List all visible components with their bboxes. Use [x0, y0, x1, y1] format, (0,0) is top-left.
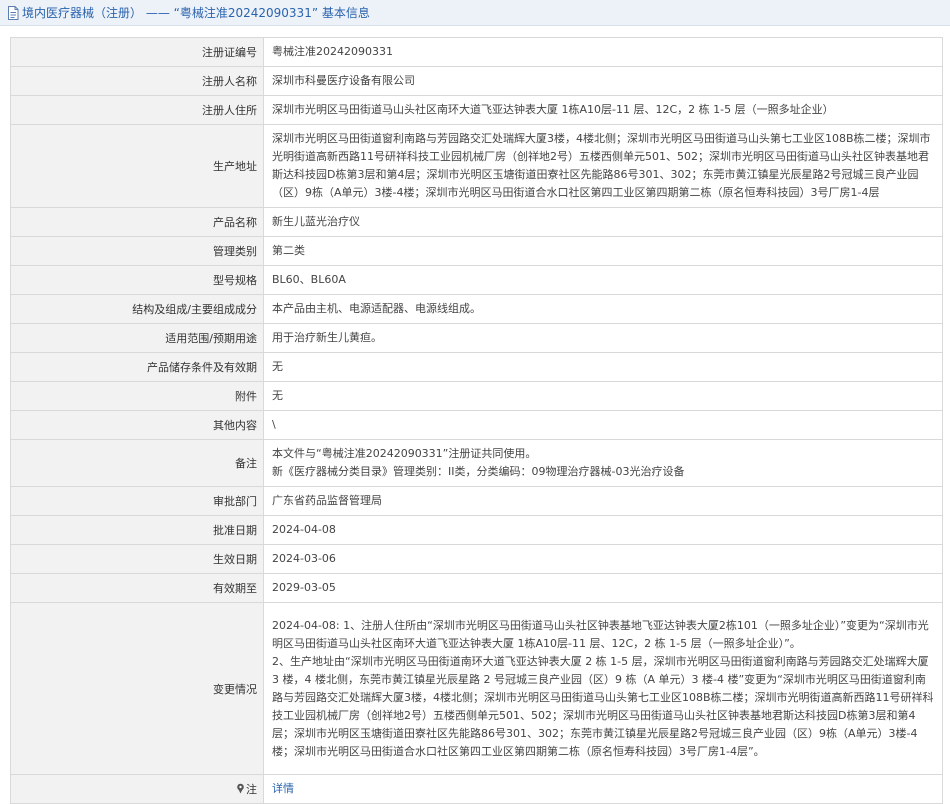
row-value: 第二类	[263, 236, 943, 266]
row-label: 备注	[10, 439, 264, 487]
row-label: 管理类别	[10, 236, 264, 266]
table-row: 注册证编号 粤械注准20242090331	[10, 37, 943, 67]
row-label: 附件	[10, 381, 264, 411]
row-label: 结构及组成/主要组成成分	[10, 294, 264, 324]
row-value: 2029-03-05	[263, 573, 943, 603]
info-table: 注册证编号 粤械注准20242090331 注册人名称 深圳市科曼医疗设备有限公…	[10, 37, 943, 804]
table-row: 有效期至 2029-03-05	[10, 573, 943, 603]
row-value: 深圳市光明区马田街道马山头社区南环大道飞亚达钟表大厦 1栋A10层-11 层、1…	[263, 95, 943, 125]
table-row: 变更情况 2024-04-08: 1、注册人住所由“深圳市光明区马田街道马山头社…	[10, 602, 943, 775]
table-row: 型号规格 BL60、BL60A	[10, 265, 943, 295]
row-value: 无	[263, 352, 943, 382]
row-label: 注	[10, 774, 264, 804]
row-value: 本文件与“粤械注准20242090331”注册证共同使用。 新《医疗器械分类目录…	[263, 439, 943, 487]
document-icon	[7, 5, 19, 20]
table-row: 适用范围/预期用途 用于治疗新生儿黄疸。	[10, 323, 943, 353]
row-value: 2024-03-06	[263, 544, 943, 574]
note-label: 注	[246, 783, 257, 796]
remark-line: 新《医疗器械分类目录》管理类别：II类，分类编码：09物理治疗器械-03光治疗设…	[272, 465, 685, 478]
row-value: 粤械注准20242090331	[263, 37, 943, 67]
table-row: 结构及组成/主要组成成分 本产品由主机、电源适配器、电源线组成。	[10, 294, 943, 324]
detail-link[interactable]: 详情	[272, 782, 294, 795]
remark-line: 本文件与“粤械注准20242090331”注册证共同使用。	[272, 447, 537, 460]
row-value: 本产品由主机、电源适配器、电源线组成。	[263, 294, 943, 324]
row-label: 批准日期	[10, 515, 264, 545]
row-value: 深圳市科曼医疗设备有限公司	[263, 66, 943, 96]
table-row: 备注 本文件与“粤械注准20242090331”注册证共同使用。 新《医疗器械分…	[10, 439, 943, 487]
row-label: 产品储存条件及有效期	[10, 352, 264, 382]
row-label: 审批部门	[10, 486, 264, 516]
row-value: 详情	[263, 774, 943, 804]
row-value: BL60、BL60A	[263, 265, 943, 295]
table-row: 批准日期 2024-04-08	[10, 515, 943, 545]
table-row: 审批部门 广东省药品监督管理局	[10, 486, 943, 516]
pin-icon	[236, 783, 245, 794]
change-line: 2024-04-08: 1、注册人住所由“深圳市光明区马田街道马山头社区钟表基地…	[272, 618, 929, 650]
row-label: 注册人名称	[10, 66, 264, 96]
row-value: \	[263, 410, 943, 440]
table-row: 产品名称 新生儿蓝光治疗仪	[10, 207, 943, 237]
table-row: 生效日期 2024-03-06	[10, 544, 943, 574]
row-label: 产品名称	[10, 207, 264, 237]
table-row: 管理类别 第二类	[10, 236, 943, 266]
page-header: 境内医疗器械（注册） —— “粤械注准20242090331” 基本信息	[0, 0, 950, 26]
table-row: 附件 无	[10, 381, 943, 411]
table-row: 注册人名称 深圳市科曼医疗设备有限公司	[10, 66, 943, 96]
table-row: 生产地址 深圳市光明区马田街道窗利南路与芳园路交汇处瑞辉大厦3楼，4楼北侧；深圳…	[10, 124, 943, 208]
table-row: 其他内容 \	[10, 410, 943, 440]
row-label: 生产地址	[10, 124, 264, 208]
row-value: 2024-04-08	[263, 515, 943, 545]
row-value: 用于治疗新生儿黄疸。	[263, 323, 943, 353]
row-label: 有效期至	[10, 573, 264, 603]
row-value: 无	[263, 381, 943, 411]
row-value: 新生儿蓝光治疗仪	[263, 207, 943, 237]
change-line: 2、生产地址由“深圳市光明区马田街道南环大道飞亚达钟表大厦 2 栋 1-5 层，…	[272, 654, 934, 758]
page-title: 境内医疗器械（注册） —— “粤械注准20242090331” 基本信息	[22, 6, 370, 20]
row-label: 注册人住所	[10, 95, 264, 125]
row-value: 2024-04-08: 1、注册人住所由“深圳市光明区马田街道马山头社区钟表基地…	[263, 602, 943, 775]
table-row: 注 详情	[10, 774, 943, 804]
row-value: 广东省药品监督管理局	[263, 486, 943, 516]
row-value: 深圳市光明区马田街道窗利南路与芳园路交汇处瑞辉大厦3楼，4楼北侧；深圳市光明区马…	[263, 124, 943, 208]
row-label: 注册证编号	[10, 37, 264, 67]
table-row: 产品储存条件及有效期 无	[10, 352, 943, 382]
row-label: 型号规格	[10, 265, 264, 295]
row-label: 变更情况	[10, 602, 264, 775]
table-row: 注册人住所 深圳市光明区马田街道马山头社区南环大道飞亚达钟表大厦 1栋A10层-…	[10, 95, 943, 125]
row-label: 适用范围/预期用途	[10, 323, 264, 353]
row-label: 其他内容	[10, 410, 264, 440]
row-label: 生效日期	[10, 544, 264, 574]
